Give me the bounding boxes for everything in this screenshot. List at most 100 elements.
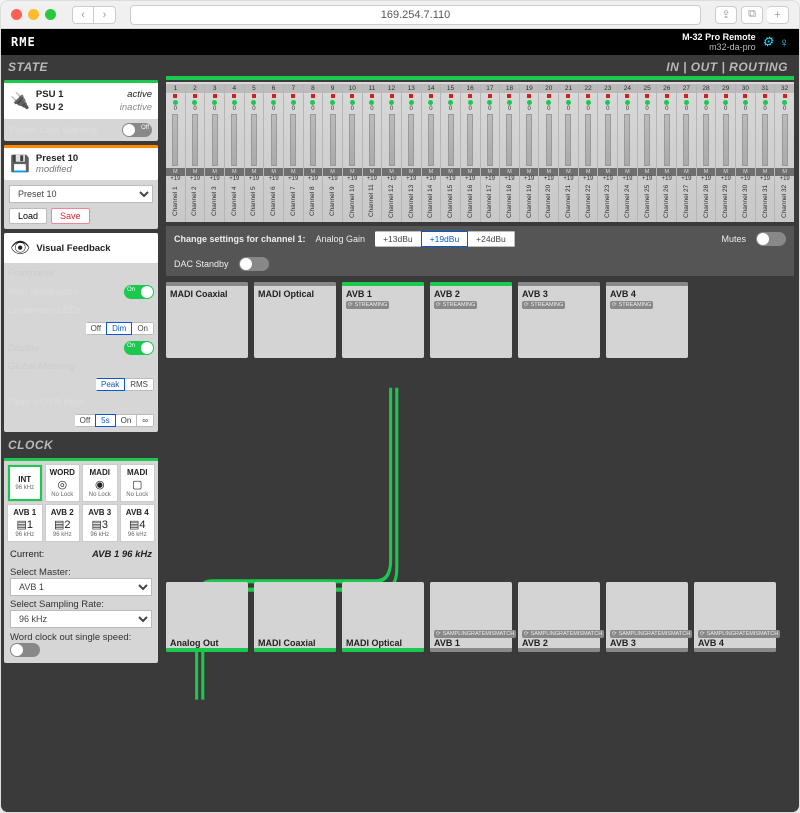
channel-29[interactable]: 290M+19Channel 29: [716, 84, 736, 222]
channel-17[interactable]: 170M+19Channel 17: [481, 84, 501, 222]
input-node-madi-optical[interactable]: MADI Optical: [254, 282, 336, 358]
clock-source-madi[interactable]: MADI▢No Lock: [120, 464, 156, 502]
close-button[interactable]: [11, 9, 22, 20]
seg-opt-peak[interactable]: Peak: [96, 378, 125, 391]
main-title: IN | OUT | ROUTING: [166, 58, 794, 76]
channel-2[interactable]: 20M+19Channel 2: [186, 84, 206, 222]
analog-gain-seg[interactable]: +13dBu+19dBu+24dBu: [375, 231, 515, 247]
seg-opt-+19dbu[interactable]: +19dBu: [421, 231, 469, 247]
clock-source-int[interactable]: INT96 kHz: [7, 464, 43, 502]
mutes-label: Mutes: [721, 234, 746, 244]
ring-toggle[interactable]: On: [124, 285, 154, 299]
new-tab-button[interactable]: +: [767, 6, 789, 24]
back-button[interactable]: ‹: [72, 6, 94, 24]
seg-opt-+24dbu[interactable]: +24dBu: [467, 231, 515, 247]
channel-7[interactable]: 70M+19Channel 7: [284, 84, 304, 222]
channel-10[interactable]: 100M+19Channel 10: [343, 84, 363, 222]
clock-source-madi[interactable]: MADI◉No Lock: [82, 464, 118, 502]
seg-opt-5s[interactable]: 5s: [95, 414, 115, 427]
channel-30[interactable]: 300M+19Channel 30: [736, 84, 756, 222]
psu2-label: PSU 2: [36, 102, 63, 113]
seg-opt-off[interactable]: Off: [86, 322, 108, 335]
clock-source-avb-4[interactable]: AVB 4▤496 kHz: [120, 504, 156, 542]
master-select[interactable]: AVB 1: [10, 578, 152, 596]
frontpanel-label: Frontpanel: [8, 268, 53, 279]
channel-19[interactable]: 190M+19Channel 19: [520, 84, 540, 222]
channel-22[interactable]: 220M+19Channel 22: [579, 84, 599, 222]
global-metering-seg[interactable]: PeakRMS: [96, 378, 154, 391]
channel-4[interactable]: 40M+19Channel 4: [225, 84, 245, 222]
seg-opt-on[interactable]: On: [115, 414, 138, 427]
mutes-toggle[interactable]: [756, 232, 786, 246]
maximize-button[interactable]: [45, 9, 56, 20]
url-field[interactable]: 169.254.7.110: [130, 5, 701, 25]
channel-1[interactable]: 10M+19Channel 1: [166, 84, 186, 222]
clock-source-avb-2[interactable]: AVB 2▤296 kHz: [45, 504, 81, 542]
seg-opt-∞[interactable]: ∞: [136, 414, 154, 427]
channel-18[interactable]: 180M+19Channel 18: [500, 84, 520, 222]
wcoss-toggle[interactable]: [10, 643, 40, 657]
dac-toggle[interactable]: [239, 257, 269, 271]
channel-26[interactable]: 260M+19Channel 26: [657, 84, 677, 222]
channel-12[interactable]: 120M+19Channel 12: [382, 84, 402, 222]
output-node-avb-2[interactable]: ⟳SAMPLINGRATEMISMATCHAVB 2: [518, 582, 600, 652]
channel-6[interactable]: 60M+19Channel 6: [264, 84, 284, 222]
psu1-label: PSU 1: [36, 89, 63, 100]
seg-opt-on[interactable]: On: [131, 322, 154, 335]
save-icon: 💾: [10, 154, 30, 174]
channel-15[interactable]: 150M+19Channel 15: [441, 84, 461, 222]
peak-hold-seg[interactable]: Off5sOn∞: [75, 414, 154, 427]
channel-9[interactable]: 90M+19Channel 9: [323, 84, 343, 222]
channel-24[interactable]: 240M+19Channel 24: [618, 84, 638, 222]
channel-14[interactable]: 140M+19Channel 14: [422, 84, 442, 222]
input-node-avb-3[interactable]: AVB 3⟳STREAMING: [518, 282, 600, 358]
channel-8[interactable]: 80M+19Channel 8: [304, 84, 324, 222]
output-node-avb-1[interactable]: ⟳SAMPLINGRATEMISMATCHAVB 1: [430, 582, 512, 652]
channel-21[interactable]: 210M+19Channel 21: [559, 84, 579, 222]
channel-20[interactable]: 200M+19Channel 20: [539, 84, 559, 222]
channel-32[interactable]: 320M+19Channel 32: [775, 84, 794, 222]
forward-button[interactable]: ›: [94, 6, 116, 24]
preset-select[interactable]: Preset 10: [9, 185, 153, 203]
minimize-button[interactable]: [28, 9, 39, 20]
seg-opt-off[interactable]: Off: [75, 414, 97, 427]
current-value: AVB 1 96 kHz: [92, 549, 152, 560]
output-node-madi-optical[interactable]: MADI Optical: [342, 582, 424, 652]
clock-source-word[interactable]: WORD◎No Lock: [45, 464, 81, 502]
output-node-avb-4[interactable]: ⟳SAMPLINGRATEMISMATCHAVB 4: [694, 582, 776, 652]
channel-13[interactable]: 130M+19Channel 13: [402, 84, 422, 222]
share-button[interactable]: ⇪: [715, 6, 737, 24]
seg-opt-+13dbu[interactable]: +13dBu: [375, 231, 422, 247]
input-node-avb-4[interactable]: AVB 4⟳STREAMING: [606, 282, 688, 358]
channel-11[interactable]: 110M+19Channel 11: [363, 84, 383, 222]
save-button[interactable]: Save: [51, 208, 90, 224]
input-node-avb-1[interactable]: AVB 1⟳STREAMING: [342, 282, 424, 358]
channel-27[interactable]: 270M+19Channel 27: [677, 84, 697, 222]
channel-23[interactable]: 230M+19Channel 23: [598, 84, 618, 222]
channel-3[interactable]: 30M+19Channel 3: [205, 84, 225, 222]
peak-hold-label: Peak + OVR Hold: [8, 397, 83, 408]
channel-28[interactable]: 280M+19Channel 28: [697, 84, 717, 222]
channel-5[interactable]: 50M+19Channel 5: [245, 84, 265, 222]
display-toggle[interactable]: On: [124, 341, 154, 355]
rate-select[interactable]: 96 kHz: [10, 610, 152, 628]
settings-icon[interactable]: ⚙: [762, 34, 774, 50]
clock-source-avb-3[interactable]: AVB 3▤396 kHz: [82, 504, 118, 542]
channel-31[interactable]: 310M+19Channel 31: [756, 84, 776, 222]
channel-25[interactable]: 250M+19Channel 25: [638, 84, 658, 222]
seg-opt-dim[interactable]: Dim: [106, 322, 132, 335]
channel-16[interactable]: 160M+19Channel 16: [461, 84, 481, 222]
tabs-button[interactable]: ⧉: [741, 6, 763, 24]
dac-label: DAC Standby: [174, 259, 229, 269]
input-node-avb-2[interactable]: AVB 2⟳STREAMING: [430, 282, 512, 358]
load-button[interactable]: Load: [9, 208, 47, 224]
output-node-madi-coaxial[interactable]: MADI Coaxial: [254, 582, 336, 652]
output-node-analog-out[interactable]: Analog Out: [166, 582, 248, 652]
plw-toggle[interactable]: Off: [122, 123, 152, 137]
levelmeter-seg[interactable]: OffDimOn: [86, 322, 154, 335]
input-node-madi-coaxial[interactable]: MADI Coaxial: [166, 282, 248, 358]
hint-icon[interactable]: ♀: [779, 35, 789, 50]
seg-opt-rms[interactable]: RMS: [124, 378, 154, 391]
output-node-avb-3[interactable]: ⟳SAMPLINGRATEMISMATCHAVB 3: [606, 582, 688, 652]
clock-source-avb-1[interactable]: AVB 1▤196 kHz: [7, 504, 43, 542]
